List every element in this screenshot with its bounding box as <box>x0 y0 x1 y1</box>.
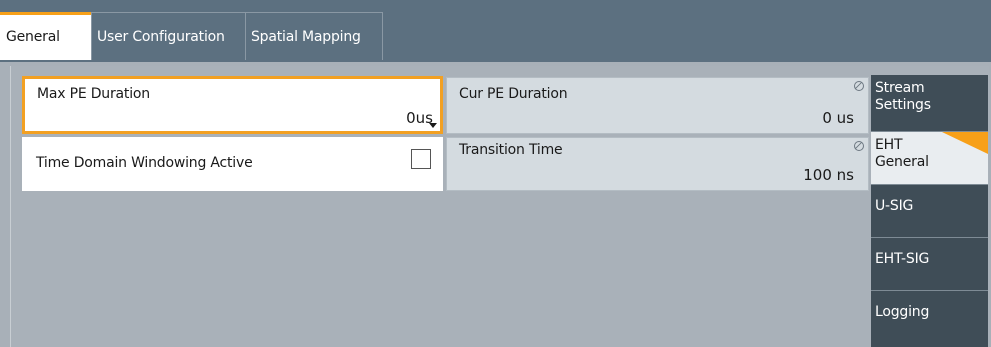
tab-user-configuration[interactable]: User Configuration <box>91 12 246 60</box>
side-button-stream-settings[interactable]: Stream Settings <box>871 75 988 132</box>
time-domain-windowing-row[interactable]: Time Domain Windowing Active <box>22 137 443 191</box>
tab-spatial-mapping[interactable]: Spatial Mapping <box>245 12 383 60</box>
max-pe-duration-dropdown[interactable]: Max PE Duration 0us <box>22 76 443 134</box>
tab-general[interactable]: General <box>0 12 92 60</box>
side-button-eht-general[interactable]: EHT General <box>871 132 988 185</box>
side-button-label: Stream <box>875 80 925 96</box>
read-only-icon <box>854 81 864 91</box>
transition-time-label: Transition Time <box>459 142 563 158</box>
time-domain-windowing-checkbox[interactable] <box>411 149 431 169</box>
side-button-eht-sig[interactable]: EHT-SIG <box>871 238 988 291</box>
transition-time-field: Transition Time 100 ns <box>446 137 869 191</box>
side-button-logging[interactable]: Logging <box>871 291 988 347</box>
side-button-label: General <box>875 154 929 170</box>
cur-pe-duration-label: Cur PE Duration <box>459 86 568 102</box>
transition-time-value: 100 ns <box>803 166 854 184</box>
cur-pe-duration-field: Cur PE Duration 0 us <box>446 77 869 134</box>
dropdown-arrow-icon <box>429 123 437 128</box>
cur-pe-duration-value: 0 us <box>822 109 854 127</box>
read-only-icon <box>854 141 864 151</box>
side-button-u-sig[interactable]: U-SIG <box>871 185 988 238</box>
side-button-label: Settings <box>875 97 931 113</box>
max-pe-duration-label: Max PE Duration <box>37 86 150 102</box>
tab-bar: General User Configuration Spatial Mappi… <box>0 0 991 62</box>
time-domain-windowing-label: Time Domain Windowing Active <box>36 155 253 171</box>
selected-corner-marker <box>942 132 988 154</box>
